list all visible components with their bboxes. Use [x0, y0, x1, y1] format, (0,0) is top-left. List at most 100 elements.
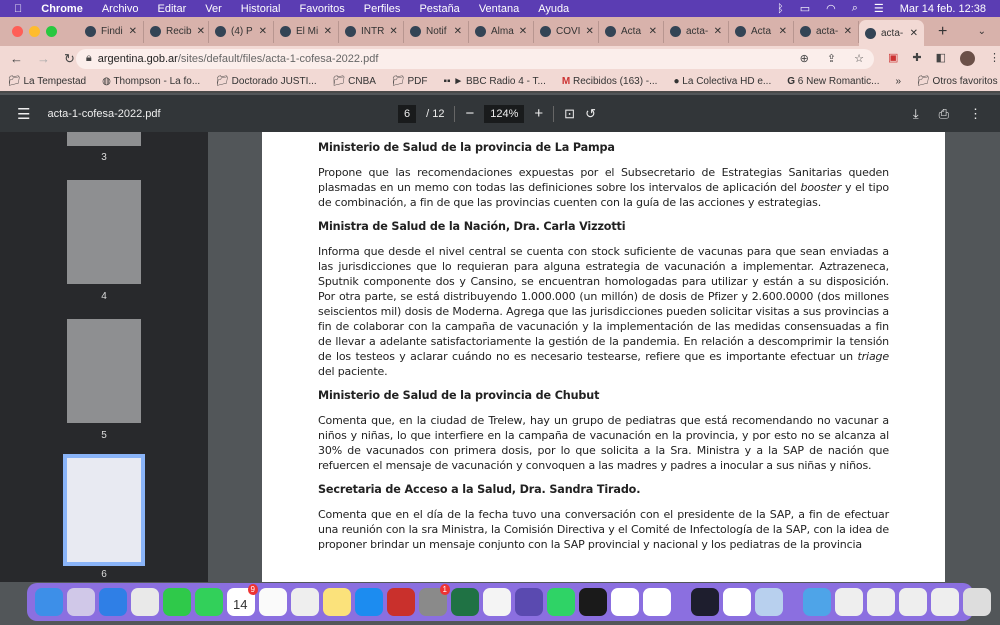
- zoom-icon[interactable]: ⊕: [800, 52, 809, 65]
- tab[interactable]: Acta ✕: [599, 20, 664, 43]
- menu-ver[interactable]: Ver: [205, 3, 222, 15]
- dock-messenger-icon[interactable]: [611, 588, 639, 616]
- fit-page-icon[interactable]: ⊡: [564, 106, 575, 122]
- back-button[interactable]: ←: [10, 51, 23, 67]
- new-tab-button[interactable]: +: [938, 23, 947, 41]
- dock-app-store-icon[interactable]: [355, 588, 383, 616]
- wifi-icon[interactable]: ◠: [826, 2, 836, 15]
- address-bar[interactable]: 🔒︎ argentina.gob.ar/sites/default/files/…: [75, 48, 874, 69]
- close-tab-icon[interactable]: ✕: [324, 26, 332, 37]
- dock-prime-video-icon[interactable]: [515, 588, 543, 616]
- apple-icon[interactable]: : [14, 3, 22, 15]
- dock-calendar-icon[interactable]: 14 9: [227, 584, 258, 616]
- bookmark-la-tempestad[interactable]: 📁︎ La Tempestad: [8, 76, 86, 87]
- more-bookmarks-icon[interactable]: »: [896, 76, 902, 87]
- zoom-window-button[interactable]: [46, 26, 57, 37]
- dock-system-preferences-icon[interactable]: 1: [419, 584, 450, 616]
- dock-photos-icon[interactable]: [483, 588, 511, 616]
- pdf-extension-icon[interactable]: ▣: [888, 51, 898, 66]
- share-icon[interactable]: ⇪: [827, 52, 836, 65]
- dock-trash-icon[interactable]: [963, 588, 991, 616]
- page-thumbnail-6[interactable]: [63, 454, 145, 566]
- close-tab-icon[interactable]: ✕: [910, 28, 918, 39]
- download-icon[interactable]: ⤓: [913, 106, 919, 122]
- menu-historial[interactable]: Historial: [241, 3, 281, 15]
- close-tab-icon[interactable]: ✕: [585, 26, 593, 37]
- dock-whatsapp-icon[interactable]: [547, 588, 575, 616]
- page-thumbnail-5[interactable]: [67, 319, 141, 423]
- dock-launchpad-icon[interactable]: [67, 588, 95, 616]
- bookmark-new-romantic[interactable]: G 6 New Romantic...: [787, 76, 879, 87]
- menu-app[interactable]: Chrome: [41, 3, 83, 15]
- tab[interactable]: Recib ✕: [144, 20, 209, 43]
- close-tab-icon[interactable]: ✕: [519, 26, 527, 37]
- bookmark-pdf[interactable]: 📁︎ PDF: [392, 76, 427, 87]
- close-window-button[interactable]: [12, 26, 23, 37]
- dock-finder-icon[interactable]: [35, 588, 63, 616]
- chrome-menu-icon[interactable]: ⋮: [989, 51, 1000, 66]
- tab-search-icon[interactable]: ⌄: [978, 26, 986, 37]
- bookmark-bbc-radio[interactable]: ▪▪ ► BBC Radio 4 - T...: [443, 76, 545, 87]
- bookmark-doctorado[interactable]: 📁︎ Doctorado JUSTI...: [216, 76, 317, 87]
- zoom-level-input[interactable]: 124%: [484, 104, 525, 123]
- page-thumbnail-4[interactable]: [67, 180, 141, 284]
- side-panel-icon[interactable]: ◧: [936, 51, 946, 66]
- dock-zotero-icon[interactable]: [387, 588, 415, 616]
- tab[interactable]: Alma ✕: [469, 20, 534, 43]
- page-thumbnail-3[interactable]: [67, 132, 141, 146]
- close-tab-icon[interactable]: ✕: [844, 26, 852, 37]
- dock-textedit-icon[interactable]: [291, 588, 319, 616]
- menu-ayuda[interactable]: Ayuda: [538, 3, 569, 15]
- control-center-icon[interactable]: ☰: [874, 2, 884, 15]
- dock-powershell-icon[interactable]: [691, 588, 719, 616]
- bookmark-la-colectiva[interactable]: ● La Colectiva HD e...: [673, 76, 771, 87]
- tab[interactable]: INTR ✕: [339, 20, 404, 43]
- print-icon[interactable]: ⎙: [939, 106, 949, 122]
- bookmark-gmail[interactable]: M Recibidos (163) -...: [562, 76, 658, 87]
- menu-archivo[interactable]: Archivo: [102, 3, 139, 15]
- menu-pestana[interactable]: Pestaña: [419, 3, 459, 15]
- dock-doc-2-icon[interactable]: [867, 588, 895, 616]
- tab[interactable]: acta- ✕: [794, 20, 859, 43]
- rotate-icon[interactable]: ↺: [585, 106, 596, 122]
- tab[interactable]: Findi ✕: [79, 20, 144, 43]
- menu-perfiles[interactable]: Perfiles: [364, 3, 401, 15]
- close-tab-icon[interactable]: ✕: [197, 26, 205, 37]
- close-tab-icon[interactable]: ✕: [389, 26, 397, 37]
- thumbnail-sidebar[interactable]: 3 4 5 6: [0, 132, 208, 582]
- tab[interactable]: El Mi ✕: [274, 20, 339, 43]
- zoom-out-button[interactable]: −: [465, 105, 474, 122]
- tab[interactable]: Notif ✕: [404, 20, 469, 43]
- clock[interactable]: Mar 14 feb. 12:38: [900, 3, 986, 15]
- close-tab-icon[interactable]: ✕: [779, 26, 787, 37]
- close-tab-icon[interactable]: ✕: [714, 26, 722, 37]
- dock-powerpoint-icon[interactable]: [723, 588, 751, 616]
- dock-slack-icon[interactable]: [643, 588, 671, 616]
- dock-doc-4-icon[interactable]: [931, 588, 959, 616]
- spotlight-search-icon[interactable]: ⌕: [852, 2, 858, 15]
- battery-icon[interactable]: ▭: [800, 2, 810, 15]
- tab[interactable]: acta- ✕: [664, 20, 729, 43]
- tab[interactable]: Acta ✕: [729, 20, 794, 43]
- close-tab-icon[interactable]: ✕: [454, 26, 462, 37]
- tab[interactable]: acta- ✕: [859, 20, 924, 46]
- dock-chrome-icon[interactable]: [131, 588, 159, 616]
- sidebar-menu-icon[interactable]: ☰: [17, 105, 30, 123]
- zoom-in-button[interactable]: +: [534, 105, 543, 122]
- dock-preview-icon[interactable]: [755, 588, 783, 616]
- menu-favoritos[interactable]: Favoritos: [300, 3, 345, 15]
- profile-avatar[interactable]: [960, 51, 975, 66]
- dock-excel-icon[interactable]: [451, 588, 479, 616]
- menu-editar[interactable]: Editar: [158, 3, 187, 15]
- dock-facetime-icon[interactable]: [163, 588, 191, 616]
- dock-doc-3-icon[interactable]: [899, 588, 927, 616]
- dock-doc-1-icon[interactable]: [835, 588, 863, 616]
- bookmark-cnba[interactable]: 📁︎ CNBA: [333, 76, 376, 87]
- dock-mail-icon[interactable]: [99, 588, 127, 616]
- extensions-puzzle-icon[interactable]: ✚: [912, 51, 921, 66]
- bookmark-star-icon[interactable]: ☆: [854, 52, 864, 65]
- close-tab-icon[interactable]: ✕: [259, 26, 267, 37]
- more-options-icon[interactable]: ⋮: [969, 106, 982, 122]
- menu-ventana[interactable]: Ventana: [479, 3, 519, 15]
- dock-spotify-icon[interactable]: [579, 588, 607, 616]
